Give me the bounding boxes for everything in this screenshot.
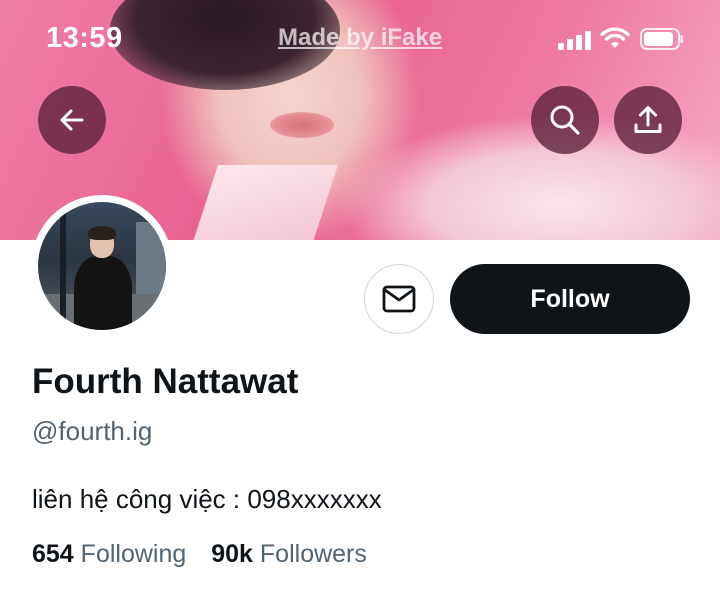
followers-link[interactable]: 90k Followers <box>211 540 367 568</box>
avatar-photo-pole <box>60 202 66 330</box>
following-label: Following <box>80 540 187 568</box>
search-button[interactable] <box>531 86 599 154</box>
following-link[interactable]: 654 Following <box>32 540 186 568</box>
back-button[interactable] <box>38 86 106 154</box>
profile-bio: liên hệ công việc : 098xxxxxxx <box>32 484 382 514</box>
battery-icon <box>640 28 683 50</box>
status-bar: 13:59 Made by iFake <box>0 0 720 70</box>
follow-stats: 654 Following 90k Followers <box>32 540 385 569</box>
share-button[interactable] <box>614 86 682 154</box>
avatar-photo-jacket <box>74 256 132 330</box>
share-upload-icon <box>634 106 662 133</box>
avatar-photo-hair <box>88 226 116 240</box>
followers-count: 90k <box>211 540 253 568</box>
arrow-left-icon <box>60 109 84 131</box>
message-button[interactable] <box>364 264 434 334</box>
banner-photo-collar <box>192 165 338 240</box>
status-time: 13:59 <box>46 22 123 54</box>
wifi-icon <box>600 27 630 48</box>
follow-button[interactable]: Follow <box>450 264 690 334</box>
search-icon <box>550 105 580 135</box>
avatar[interactable] <box>38 202 166 330</box>
envelope-icon <box>382 285 416 313</box>
cellular-signal-icon <box>558 30 592 50</box>
following-count: 654 <box>32 540 74 568</box>
banner-photo-face <box>270 112 334 138</box>
followers-label: Followers <box>259 540 367 568</box>
user-handle: @fourth.ig <box>32 416 153 446</box>
avatar-frame[interactable] <box>31 195 173 337</box>
display-name: Fourth Nattawat <box>32 362 299 401</box>
watermark-text: Made by iFake <box>278 24 443 51</box>
